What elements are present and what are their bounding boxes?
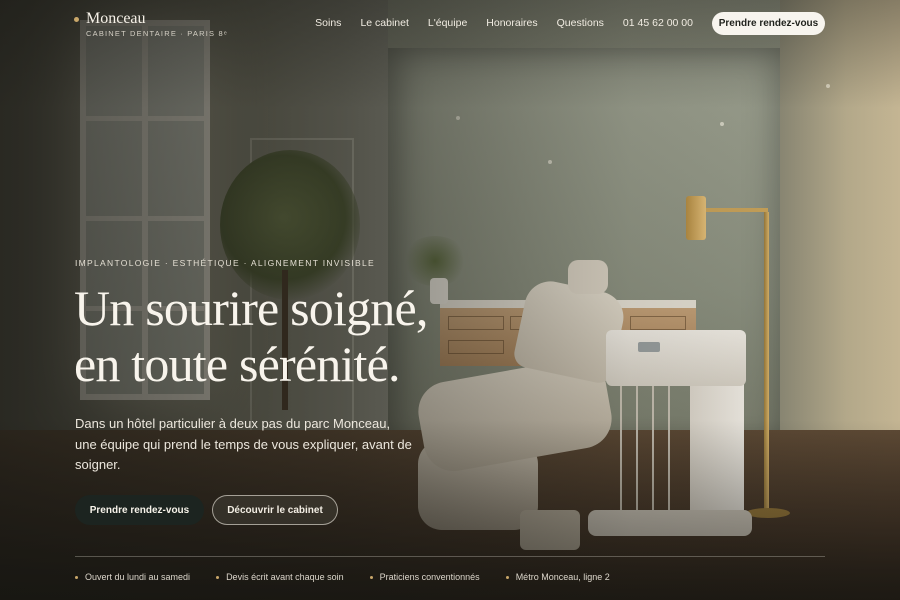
feature-item: Ouvert du lundi au samedi (75, 572, 190, 582)
header-appointment-button[interactable]: Prendre rendez-vous (712, 12, 825, 35)
main-nav: Soins Le cabinet L'équipe Honoraires Que… (315, 17, 693, 29)
brand-tagline: CABINET DENTAIRE · PARIS 8ᵉ (86, 29, 228, 38)
feature-item: Devis écrit avant chaque soin (216, 572, 344, 582)
logo-dot-icon (74, 17, 79, 22)
nav-phone-link[interactable]: 01 45 62 00 00 (623, 17, 693, 29)
feature-label: Ouvert du lundi au samedi (85, 572, 191, 582)
feature-item: Métro Monceau, ligne 2 (505, 572, 610, 582)
bullet-dot-icon (505, 575, 509, 579)
hero-eyebrow: IMPLANTOLOGIE · ESTHÉTIQUE · ALIGNEMENT … (75, 258, 376, 268)
hero-description: Dans un hôtel particulier à deux pas du … (75, 416, 412, 472)
hero-section: Monceau CABINET DENTAIRE · PARIS 8ᵉ Soin… (0, 0, 900, 600)
appointment-button[interactable]: Prendre rendez-vous (75, 495, 204, 525)
nav-item-le-cabinet[interactable]: Le cabinet (360, 17, 408, 29)
bullet-dot-icon (75, 575, 78, 579)
divider (75, 556, 825, 557)
bullet-dot-icon (216, 575, 220, 579)
brand-name: Monceau (86, 10, 146, 27)
bullet-dot-icon (369, 575, 373, 579)
feature-list: Ouvert du lundi au samedi Devis écrit av… (75, 572, 636, 582)
discover-cabinet-button[interactable]: Découvrir le cabinet (212, 495, 338, 525)
feature-label: Devis écrit avant chaque soin (226, 572, 344, 582)
headline-line-1: Un sourire soigné, (74, 280, 428, 336)
nav-item-equipe[interactable]: L'équipe (428, 17, 467, 29)
nav-item-questions[interactable]: Questions (557, 17, 604, 29)
hero-headline: Un sourire soigné, en toute sérénité. (74, 280, 428, 392)
headline-line-2: en toute sérénité. (74, 336, 401, 392)
nav-item-honoraires[interactable]: Honoraires (486, 17, 537, 29)
feature-item: Praticiens conventionnés (369, 572, 480, 582)
nav-item-soins[interactable]: Soins (315, 17, 341, 29)
feature-label: Praticiens conventionnés (379, 572, 480, 582)
feature-label: Métro Monceau, ligne 2 (515, 572, 610, 582)
site-header: Monceau CABINET DENTAIRE · PARIS 8ᵉ Soin… (0, 0, 900, 48)
